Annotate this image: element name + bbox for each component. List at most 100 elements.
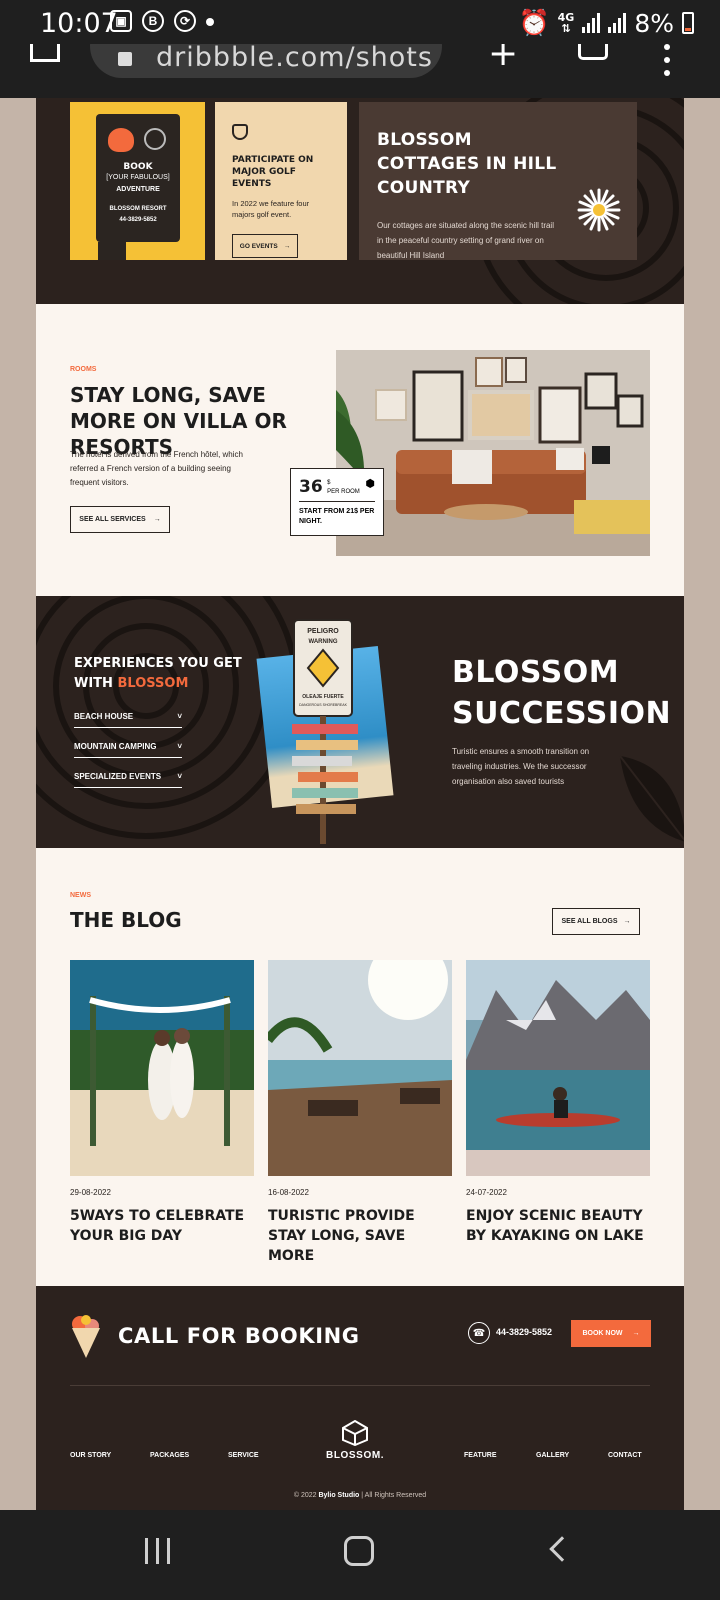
sign-resort-name: BLOSSOM RESORT [109,206,167,212]
see-all-services-label: SEE ALL SERVICES [79,516,146,523]
sign-adventure: ADVENTURE [116,186,160,193]
sign-book-text: BOOK [123,162,153,172]
phone-number[interactable]: 44-3829-5852 [496,1327,552,1337]
wedding-photo[interactable] [70,960,254,1176]
network-type: 4G ⇅ [557,11,575,35]
b-app-notification-icon: B [142,10,164,32]
sign-subline: [YOUR FABULOUS] [106,174,170,181]
home-button[interactable] [344,1536,374,1566]
recent-apps-button[interactable] [145,1538,170,1564]
new-tab-icon[interactable]: + [488,44,518,72]
price-per-room: PER ROOM [327,489,360,495]
sign-warning: WARNING [309,639,338,645]
back-button[interactable] [549,1536,575,1562]
browser-home-icon[interactable] [30,44,60,62]
more-notifications-dot-icon [206,18,214,26]
go-events-label: GO EVENTS [239,242,278,250]
alarm-icon: ⏰ [518,8,550,37]
footer-link-our-story[interactable]: OUR STORY [70,1452,111,1459]
see-all-blogs-label: SEE ALL BLOGS [561,918,618,925]
blog-section: NEWS THE BLOG SEE ALL BLOGS → 29-08-2022… [36,848,684,1286]
tabs-icon[interactable] [578,44,608,60]
blog-heading[interactable]: 5WAYS TO CELEBRATE YOUR BIG DAY [70,1206,254,1246]
book-adventure-card[interactable]: BOOK [YOUR FABULOUS] ADVENTURE BLOSSOM R… [70,102,205,260]
warning-signpost-image: PELIGRO WARNING OLEAJE FUERTE DANGEROUS … [292,619,358,844]
experience-item-mountain-camping[interactable]: MOUNTAIN CAMPING ˅ [74,736,182,758]
studio-name[interactable]: Bylio Studio [318,1492,359,1499]
golf-text: In 2022 we feature four majors golf even… [232,199,310,219]
system-icons: ⏰ 4G ⇅ 8% [518,8,694,38]
copyright: © 2022 Bylio Studio | All Rights Reserve… [293,1492,427,1499]
see-all-blogs-button[interactable]: SEE ALL BLOGS → [552,908,640,935]
top-banner-section: BOOK [YOUR FABULOUS] ADVENTURE BLOSSOM R… [36,98,684,304]
succession-title: BLOSSOM SUCCESSION [452,655,672,731]
footer: CALL FOR BOOKING ☎ 44-3829-5852 BOOK NOW… [36,1286,684,1510]
price-box: 36 $ PER ROOM ⬢ START FROM 21$ PER NIGHT… [290,468,384,536]
blog-heading[interactable]: ENJOY SCENIC BEAUTY BY KAYAKING ON LAKE [466,1206,650,1246]
experiences-title: EXPERIENCES YOU GET WITH BLOSSOM [74,656,242,691]
book-now-label: BOOK NOW [582,1330,623,1337]
sign-danger: DANGEROUS SHOREBREAK [299,703,348,707]
address-bar[interactable]: dribbble.com/shots [90,44,442,78]
rooms-section: ROOMS STAY LONG, SAVE MORE ON VILLA OR R… [36,304,684,596]
footer-link-packages[interactable]: PACKAGES [150,1452,189,1459]
book-now-button[interactable]: BOOK NOW → [571,1320,651,1347]
succession-text: Turistic ensures a smooth transition on … [452,747,590,786]
golf-icon [232,124,248,140]
go-events-button[interactable]: GO EVENTS → [232,234,298,258]
blog-title: THE BLOG [70,908,182,932]
sync-notification-icon: ⟳ [174,10,196,32]
footer-link-service[interactable]: SERVICE [228,1452,259,1459]
blog-date: 29-08-2022 [70,1188,111,1197]
rooms-description: The hotel is derived from the French hôt… [70,450,243,487]
arrow-right-icon: → [623,918,631,925]
arrow-right-icon: → [283,242,291,250]
blog-heading[interactable]: TURISTIC PROVIDE STAY LONG, SAVE MORE [268,1206,452,1266]
see-all-services-button[interactable]: SEE ALL SERVICES → [70,506,170,533]
blog-card-resort[interactable]: 16-08-2022 TURISTIC PROVIDE STAY LONG, S… [268,960,452,1266]
price-unit: $ PER ROOM [327,479,360,497]
kayak-photo[interactable] [466,960,650,1176]
resort-deck-photo[interactable] [268,960,452,1176]
rooms-kicker: ROOMS [70,366,97,373]
blog-card-wedding[interactable]: 29-08-2022 5WAYS TO CELEBRATE YOUR BIG D… [70,960,254,1246]
price-divider [299,501,375,502]
bouquet-icon [72,1315,100,1358]
chevron-down-icon: ˅ [177,742,182,751]
footer-divider [70,1385,650,1386]
blog-card-kayak[interactable]: 24-07-2022 ENJOY SCENIC BEAUTY BY KAYAKI… [466,960,650,1246]
cube-logo-icon: ⬢ [365,478,375,490]
battery-percent: 8% [634,8,674,38]
lock-icon [118,52,132,66]
battery-icon [682,12,694,34]
footer-link-gallery[interactable]: GALLERY [536,1452,569,1459]
golf-title: PARTICIPATE ON MAJOR GOLF EVENTS [232,155,314,189]
arrow-right-icon: → [153,516,161,523]
experiences-accent: BLOSSOM [117,676,189,691]
phone-icon[interactable]: ☎ [468,1322,490,1344]
price-amount: 36 [299,477,323,497]
price-note: START FROM 21$ PER NIGHT. [299,508,375,525]
golf-events-card: PARTICIPATE ON MAJOR GOLF EVENTS In 2022… [215,102,347,260]
blossom-logo-text[interactable]: BLOSSOM. [326,1450,384,1461]
footer-link-contact[interactable]: CONTACT [608,1452,642,1459]
sign-post [98,242,126,260]
experience-item-specialized-events[interactable]: SPECIALIZED EVENTS ˅ [74,766,182,788]
footer-link-feature[interactable]: FEATURE [464,1452,497,1459]
cottages-card: BLOSSOM COTTAGES IN HILL COUNTRY Our cot… [359,102,637,260]
browser-menu-icon[interactable] [664,44,670,83]
blog-kicker: NEWS [70,892,91,899]
status-bar: 10:07 ▣ B ⟳ ⏰ 4G ⇅ 8% [0,0,720,44]
arrow-right-icon: → [632,1330,640,1337]
chevron-down-icon: ˅ [177,772,182,781]
blossom-logo-icon[interactable] [342,1420,368,1446]
experience-item-beach-house[interactable]: BEACH HOUSE ˅ [74,706,182,728]
url-text[interactable]: dribbble.com/shots [156,44,433,73]
resort-sign: BOOK [YOUR FABULOUS] ADVENTURE BLOSSOM R… [96,114,180,242]
chevron-down-icon: ˅ [177,712,182,721]
signal-2-icon [608,13,627,33]
gallery-notification-icon: ▣ [110,10,132,32]
experiences-section: EXPERIENCES YOU GET WITH BLOSSOM BEACH H… [36,596,684,848]
sign-oleaje: OLEAJE FUERTE [302,694,344,700]
daisy-icon [577,188,621,232]
